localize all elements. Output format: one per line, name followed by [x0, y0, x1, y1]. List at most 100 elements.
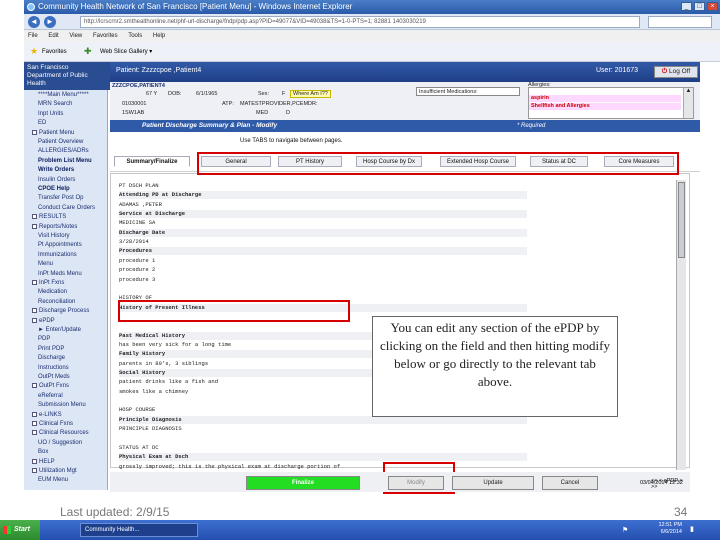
document-field-header[interactable]: Discharge Date: [119, 228, 527, 237]
sidebar-item[interactable]: RESULTS: [32, 214, 66, 221]
sidebar-item[interactable]: Patient Menu: [32, 129, 74, 137]
sidebar-item[interactable]: Immunizations: [38, 252, 77, 259]
expand-box-icon[interactable]: [32, 129, 37, 135]
sidebar-item[interactable]: Transfer Post Op: [38, 195, 83, 202]
document-line[interactable]: [119, 285, 527, 293]
tab-pt-history[interactable]: PT History: [278, 156, 342, 167]
sidebar-item[interactable]: Print PDP: [38, 346, 64, 353]
sidebar-item[interactable]: Conduct Care Orders: [38, 205, 95, 212]
expand-box-icon[interactable]: [32, 280, 37, 285]
document-line[interactable]: procedure 1: [119, 257, 527, 265]
sidebar-item[interactable]: eReferral: [38, 393, 63, 400]
sidebar-item[interactable]: PDP: [38, 336, 50, 343]
sidebar-item[interactable]: Box: [38, 449, 48, 456]
sidebar-item[interactable]: CPOE Help: [38, 186, 70, 193]
sidebar-item[interactable]: Menu: [38, 261, 53, 268]
sidebar-item[interactable]: ► Enter/Update: [38, 327, 81, 334]
document-line[interactable]: grossly improved; this is the physical e…: [119, 463, 527, 471]
tab-hosp-course-by-dx[interactable]: Hosp Course by Dx: [356, 156, 422, 167]
start-button[interactable]: Start: [0, 520, 40, 540]
expand-box-icon[interactable]: [32, 421, 37, 426]
tab-status-at-dc[interactable]: Status at DC: [530, 156, 588, 167]
document-scrollbar[interactable]: [676, 180, 686, 470]
address-input[interactable]: http://lcrscrnr2.smthealthonline.net/phf…: [80, 16, 640, 28]
sidebar-item[interactable]: MRN Search: [38, 101, 72, 108]
tab-general[interactable]: General: [201, 156, 271, 167]
sidebar-item[interactable]: Pt Appointments: [38, 242, 82, 249]
expand-box-icon[interactable]: [32, 214, 37, 220]
document-field-header[interactable]: History of Present Illness: [119, 303, 527, 312]
menu-help[interactable]: Help: [153, 33, 165, 39]
expand-box-icon[interactable]: [32, 317, 37, 323]
sidebar-item[interactable]: InPt Meds Menu: [38, 271, 82, 278]
sidebar-item[interactable]: Problem List Menu: [38, 158, 92, 165]
expand-box-icon[interactable]: [32, 430, 37, 436]
sidebar-item[interactable]: Clinical Fxns: [32, 421, 73, 428]
expand-box-icon[interactable]: [32, 308, 37, 314]
sidebar-item[interactable]: UO / Suggestion: [38, 440, 82, 447]
sidebar-item[interactable]: ED: [38, 120, 46, 127]
search-input[interactable]: [648, 16, 712, 28]
sidebar-item[interactable]: Clinical Resources: [32, 430, 89, 437]
menu-file[interactable]: File: [28, 33, 38, 39]
show-desktop-icon[interactable]: ▮: [690, 525, 694, 533]
sidebar-item[interactable]: ****Main Menu*****: [38, 92, 89, 99]
document-line[interactable]: MEDICINE SA: [119, 219, 527, 227]
sidebar-item[interactable]: Reconciliation: [38, 299, 75, 306]
sidebar-item[interactable]: Visit History: [38, 233, 70, 240]
document-field-header[interactable]: Procedures: [119, 247, 527, 256]
tab-summary-finalize[interactable]: Summary/Finalize: [114, 156, 190, 167]
sidebar-item[interactable]: Reports/Notes: [32, 223, 77, 231]
expand-box-icon[interactable]: [32, 411, 37, 417]
allergies-box[interactable]: aspirin Shellfish and Allergies ▲: [528, 87, 694, 119]
sidebar-item[interactable]: Write Orders: [38, 167, 74, 174]
expand-box-icon[interactable]: [32, 383, 37, 389]
document-line[interactable]: 3/28/2014: [119, 238, 527, 246]
document-field-header[interactable]: Service at Discharge: [119, 210, 527, 219]
sidebar-item[interactable]: Insulin Orders: [38, 177, 75, 184]
taskbar-item-ie[interactable]: Community Health...: [80, 523, 198, 537]
sidebar-item[interactable]: Discharge Process: [32, 308, 89, 315]
sidebar-item[interactable]: Utilization Mgt: [32, 468, 77, 475]
sidebar-item[interactable]: Submission Menu: [38, 402, 86, 409]
document-line[interactable]: HISTORY OF: [119, 294, 527, 302]
favorites-button[interactable]: Favorites: [42, 49, 67, 55]
sidebar-item[interactable]: Inpt Units: [38, 111, 63, 118]
document-line[interactable]: PRINCIPLE DIAGNOSIS: [119, 425, 527, 433]
scroll-up-icon[interactable]: ▲: [686, 88, 692, 94]
sidebar-item[interactable]: OutPt Meds: [38, 374, 70, 381]
web-slice-gallery[interactable]: Web Slice Gallery ▾: [100, 42, 152, 62]
document-field-header[interactable]: Physical Exam at Dsch: [119, 453, 527, 462]
sidebar-item[interactable]: Instructions: [38, 365, 69, 372]
document-line[interactable]: procedure 2: [119, 266, 527, 274]
tray-icon[interactable]: ⚑: [622, 526, 628, 534]
document-line[interactable]: procedure 3: [119, 276, 527, 284]
sidebar-item[interactable]: ePDP: [32, 317, 55, 325]
menu-favorites[interactable]: Favorites: [93, 33, 118, 39]
forward-icon[interactable]: ►: [44, 16, 56, 28]
sidebar-item[interactable]: ALLERGIES/ADRs: [38, 148, 89, 155]
sidebar-item[interactable]: EUM Menu: [38, 477, 68, 484]
tab-extended-hosp-course[interactable]: Extended Hosp Course: [440, 156, 516, 167]
menu-edit[interactable]: Edit: [48, 33, 58, 39]
sidebar-item[interactable]: OutPt Fxns: [32, 383, 69, 390]
update-button[interactable]: Update: [452, 476, 534, 490]
expand-box-icon[interactable]: [32, 223, 37, 229]
maximize-icon[interactable]: □: [694, 2, 705, 11]
sidebar-item[interactable]: Patient Overview: [38, 139, 83, 146]
log-off-button[interactable]: ⏻ Log Off: [654, 66, 698, 78]
expand-box-icon[interactable]: [32, 468, 37, 473]
close-icon[interactable]: ×: [707, 2, 718, 11]
scroll-thumb[interactable]: [678, 182, 685, 258]
document-line[interactable]: STATUS AT DC: [119, 444, 527, 452]
document-field-header[interactable]: Attending PD at Discharge: [119, 191, 527, 200]
tab-core-measures[interactable]: Core Measures: [604, 156, 674, 167]
where-am-i-link[interactable]: Where Am I??: [290, 90, 331, 98]
finalize-button[interactable]: Finalize: [246, 476, 360, 490]
sidebar-item[interactable]: Medication: [38, 289, 67, 296]
sidebar-item[interactable]: Discharge: [38, 355, 65, 362]
document-line[interactable]: [119, 434, 527, 442]
minimize-icon[interactable]: _: [681, 2, 692, 11]
back-icon[interactable]: ◄: [28, 16, 40, 28]
expand-box-icon[interactable]: [32, 458, 37, 464]
